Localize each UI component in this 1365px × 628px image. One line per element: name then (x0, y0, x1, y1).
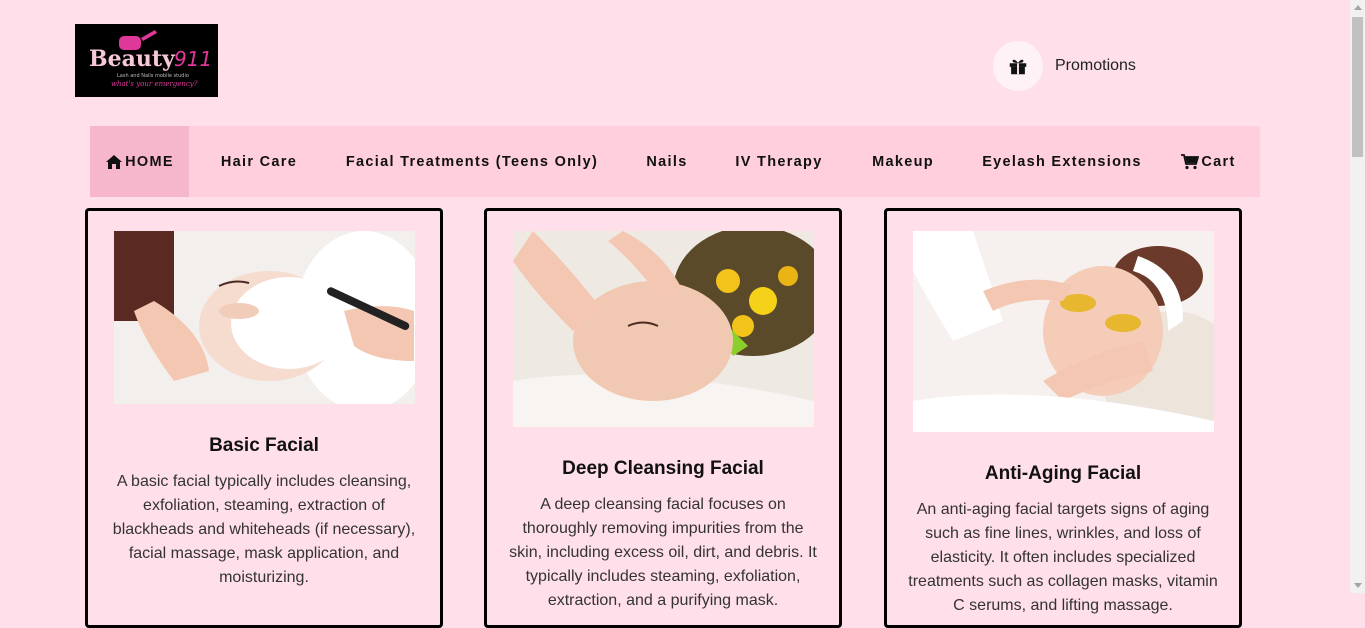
nav-item-home[interactable]: HOME (90, 126, 189, 197)
nav-item-makeup[interactable]: Makeup (839, 126, 967, 197)
promotions-label: Promotions (1055, 57, 1136, 74)
home-icon (106, 154, 123, 169)
card-title: Deep Cleansing Facial (562, 458, 764, 479)
card-description: A deep cleansing facial focuses on thoro… (509, 496, 817, 609)
card-description: An anti-aging facial targets signs of ag… (908, 501, 1218, 614)
service-card-basic-facial[interactable]: Basic Facial A basic facial typically in… (85, 208, 443, 628)
service-card-anti-aging-facial[interactable]: Anti-Aging Facial An anti-aging facial t… (884, 208, 1242, 628)
cart-icon (1181, 153, 1200, 169)
deep-cleansing-facial-image (513, 231, 814, 427)
card-description: A basic facial typically includes cleans… (112, 473, 416, 586)
nav-item-label: IV Therapy (735, 153, 823, 170)
scroll-thumb[interactable] (1352, 17, 1363, 157)
svg-text:what's your emergency?: what's your emergency? (111, 80, 198, 88)
nav-item-label: Eyelash Extensions (982, 153, 1142, 170)
svg-text:Lash and Nails mobile studio: Lash and Nails mobile studio (117, 73, 189, 79)
card-title: Anti-Aging Facial (984, 463, 1142, 484)
nav-item-label: Facial Treatments (Teens Only) (345, 153, 599, 170)
svg-text:911: 911 (174, 47, 212, 71)
scroll-down-arrow-icon[interactable] (1354, 583, 1362, 588)
nav-item-label: Nails (646, 153, 688, 170)
brand-logo[interactable]: Beauty 911 Lash and Nails mobile studio … (75, 24, 218, 97)
nav-item-cart[interactable]: Cart (1157, 126, 1260, 197)
promotions-link[interactable]: Promotions (993, 41, 1136, 91)
anti-aging-facial-image (913, 231, 1214, 432)
nav-item-label: Hair Care (220, 153, 298, 170)
nav-item-facial-treatments[interactable]: Facial Treatments (Teens Only) (329, 126, 615, 197)
nav-item-hair-care[interactable]: Hair Care (189, 126, 329, 197)
nav-item-iv-therapy[interactable]: IV Therapy (719, 126, 839, 197)
nav-item-label: HOME (125, 153, 174, 170)
svg-text:Beauty: Beauty (89, 46, 176, 72)
nav-item-nails[interactable]: Nails (615, 126, 719, 197)
nav-item-label: Makeup (872, 153, 934, 170)
page-scrollbar[interactable] (1350, 0, 1365, 593)
scroll-up-arrow-icon[interactable] (1354, 5, 1362, 10)
main-nav: HOME Hair Care Facial Treatments (Teens … (90, 126, 1260, 197)
basic-facial-image (114, 231, 415, 404)
card-title: Basic Facial (209, 435, 319, 456)
gift-icon (993, 41, 1043, 91)
nav-item-eyelash-extensions[interactable]: Eyelash Extensions (967, 126, 1157, 197)
service-card-deep-cleansing-facial[interactable]: Deep Cleansing Facial A deep cleansing f… (484, 208, 842, 628)
nav-item-label: Cart (1201, 153, 1236, 170)
